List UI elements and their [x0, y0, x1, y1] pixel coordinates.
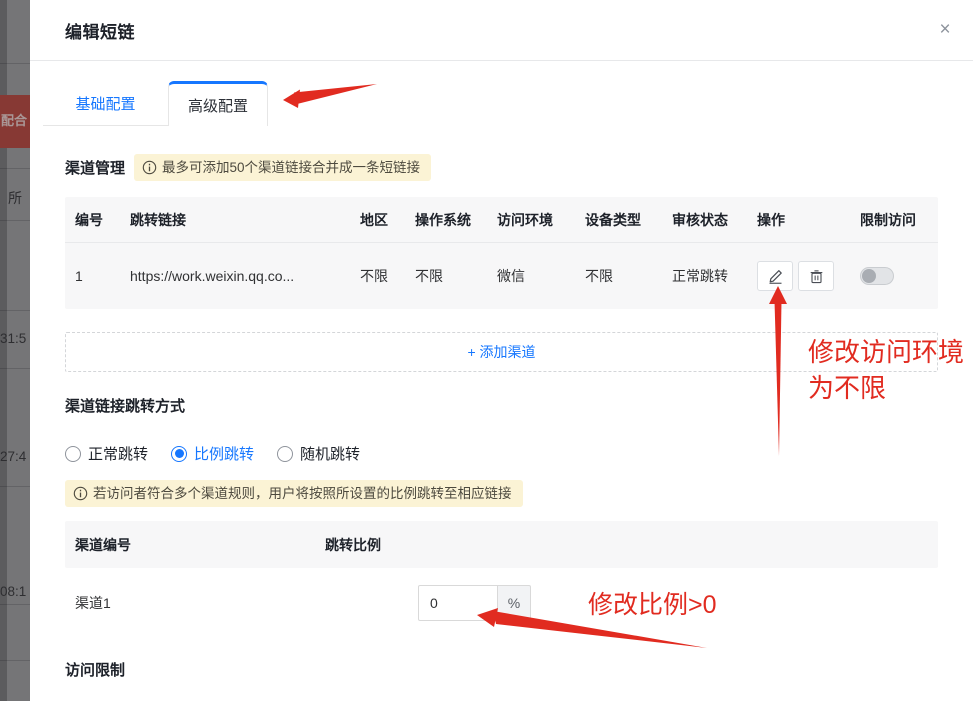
radio-icon — [277, 446, 293, 462]
ratio-table: 渠道编号 跳转比例 渠道1 % — [65, 521, 938, 621]
info-circle-icon — [73, 486, 88, 501]
col-ratio: 跳转比例 — [315, 535, 938, 555]
cell-restrict — [850, 267, 935, 285]
cell-id: 1 — [65, 268, 120, 284]
cell-device: 不限 — [575, 266, 662, 286]
col-ops: 操作 — [747, 210, 850, 230]
cell-region: 不限 — [350, 266, 405, 286]
channel-table: 编号 跳转链接 地区 操作系统 访问环境 设备类型 审核状态 操作 限制访问 1… — [65, 197, 938, 309]
tab-advanced-config[interactable]: 高级配置 — [168, 81, 268, 126]
cell-ops — [747, 261, 850, 291]
add-channel-button[interactable]: + 添加渠道 — [65, 332, 938, 372]
cell-status: 正常跳转 — [662, 266, 747, 286]
cell-env: 微信 — [487, 266, 575, 286]
radio-random-redirect[interactable]: 随机跳转 — [277, 443, 360, 464]
close-icon[interactable]: × — [933, 18, 957, 42]
col-restrict: 限制访问 — [850, 210, 935, 230]
channel-management-heading: 渠道管理 最多可添加50个渠道链接合并成一条短链接 — [65, 154, 938, 181]
channel-limit-tip-text: 最多可添加50个渠道链接合并成一条短链接 — [162, 159, 420, 176]
ratio-input-group: % — [418, 585, 531, 621]
access-restriction-label: 访问限制 — [65, 659, 938, 680]
ratio-table-header: 渠道编号 跳转比例 — [65, 521, 938, 568]
ratio-row: 渠道1 % — [65, 568, 938, 621]
trash-icon — [809, 269, 824, 284]
radio-label: 正常跳转 — [88, 443, 148, 464]
modal-body: 基础配置 高级配置 渠道管理 最多可添加50个渠道链接合并成一条短链接 编号 跳… — [30, 81, 973, 680]
config-tabs: 基础配置 高级配置 — [43, 81, 938, 126]
channel-row: 1 https://work.weixin.qq.co... 不限 不限 微信 … — [65, 243, 938, 309]
modal-title: 编辑短链 — [65, 18, 135, 43]
col-id: 编号 — [65, 210, 120, 230]
delete-channel-button[interactable] — [798, 261, 834, 291]
pencil-icon — [768, 269, 783, 284]
col-channel-id: 渠道编号 — [65, 535, 315, 555]
percent-addon: % — [498, 585, 531, 621]
info-circle-icon — [142, 160, 157, 175]
col-device: 设备类型 — [575, 210, 662, 230]
col-env: 访问环境 — [487, 210, 575, 230]
redirect-mode-label: 渠道链接跳转方式 — [65, 395, 938, 416]
redirect-mode-options: 正常跳转 比例跳转 随机跳转 — [65, 443, 938, 464]
radio-checked-icon — [171, 446, 187, 462]
tab-basic-config[interactable]: 基础配置 — [43, 81, 168, 126]
cell-ratio: % — [315, 585, 938, 621]
ratio-rule-tip: 若访问者符合多个渠道规则，用户将按照所设置的比例跳转至相应链接 — [65, 480, 523, 507]
edit-shortlink-modal: 编辑短链 × 基础配置 高级配置 渠道管理 最多可添加50个渠道链接合并成一条短… — [30, 0, 973, 701]
radio-normal-redirect[interactable]: 正常跳转 — [65, 443, 148, 464]
channel-table-header: 编号 跳转链接 地区 操作系统 访问环境 设备类型 审核状态 操作 限制访问 — [65, 197, 938, 243]
radio-icon — [65, 446, 81, 462]
cell-os: 不限 — [405, 266, 487, 286]
toggle-knob — [862, 269, 876, 283]
cell-url: https://work.weixin.qq.co... — [120, 268, 350, 284]
col-os: 操作系统 — [405, 210, 487, 230]
col-status: 审核状态 — [662, 210, 747, 230]
ratio-rule-tip-text: 若访问者符合多个渠道规则，用户将按照所设置的比例跳转至相应链接 — [93, 485, 512, 502]
radio-label: 比例跳转 — [194, 443, 254, 464]
col-region: 地区 — [350, 210, 405, 230]
radio-label: 随机跳转 — [300, 443, 360, 464]
modal-header: 编辑短链 × — [30, 0, 973, 61]
col-url: 跳转链接 — [120, 210, 350, 230]
edit-channel-button[interactable] — [757, 261, 793, 291]
channel-management-label: 渠道管理 — [65, 157, 125, 178]
channel-limit-tip: 最多可添加50个渠道链接合并成一条短链接 — [134, 154, 431, 181]
cell-channel-name: 渠道1 — [65, 593, 315, 613]
ratio-input[interactable] — [418, 585, 498, 621]
radio-ratio-redirect[interactable]: 比例跳转 — [171, 443, 254, 464]
restrict-access-toggle[interactable] — [860, 267, 894, 285]
